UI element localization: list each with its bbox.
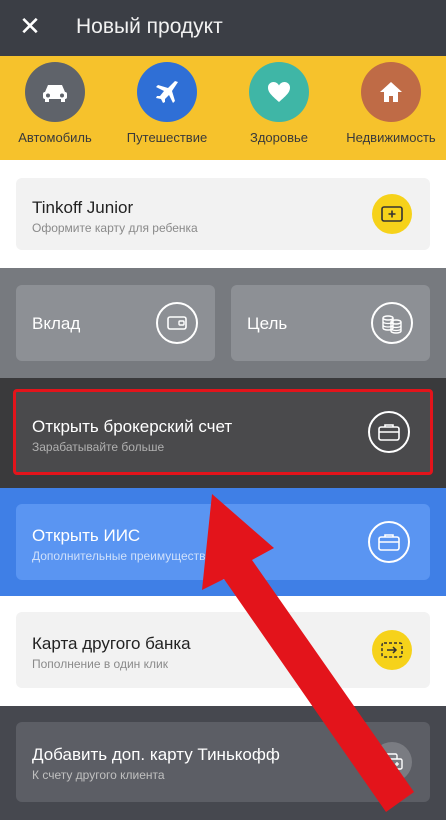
product-title: Открыть ИИС bbox=[32, 526, 141, 545]
product-card-broker[interactable]: Открыть брокерский счет Зарабатывайте бо… bbox=[13, 389, 433, 475]
section-broker: Открыть брокерский счет Зарабатывайте бо… bbox=[0, 378, 446, 488]
product-subtitle: Пополнение в один клик bbox=[32, 657, 168, 671]
section-junior: Tinkoff Junior Оформите карту для ребенк… bbox=[0, 160, 446, 268]
product-subtitle: К счету другого клиента bbox=[32, 768, 165, 782]
airplane-icon bbox=[137, 62, 197, 122]
product-title: Вклад bbox=[32, 314, 81, 333]
briefcase-icon bbox=[368, 411, 410, 453]
cards-icon bbox=[372, 742, 412, 782]
category-travel[interactable]: Путешествие bbox=[112, 62, 222, 145]
product-title: Цель bbox=[247, 314, 288, 333]
product-subtitle: Зарабатывайте больше bbox=[32, 440, 165, 454]
section-other-bank: Карта другого банка Пополнение в один кл… bbox=[0, 596, 446, 706]
car-icon bbox=[25, 62, 85, 122]
product-card-iis[interactable]: Открыть ИИС Дополнительные преимущества bbox=[16, 504, 430, 580]
coins-icon bbox=[371, 302, 413, 344]
app-header: ✕ Новый продукт bbox=[0, 0, 446, 56]
category-health[interactable]: Здоровье bbox=[224, 62, 334, 145]
close-icon[interactable]: ✕ bbox=[16, 12, 44, 40]
category-label: Здоровье bbox=[249, 130, 309, 145]
wallet-icon bbox=[156, 302, 198, 344]
product-card-deposit[interactable]: Вклад bbox=[16, 285, 215, 361]
product-card-other-bank[interactable]: Карта другого банка Пополнение в один кл… bbox=[16, 612, 430, 688]
product-title: Открыть брокерский счет bbox=[32, 417, 233, 436]
product-card-goal[interactable]: Цель bbox=[231, 285, 430, 361]
product-title: Tinkoff Junior bbox=[32, 198, 134, 217]
product-card-extra-card[interactable]: Добавить доп. карту Тинькофф К счету дру… bbox=[16, 722, 430, 802]
category-label: Автомобиль bbox=[18, 130, 92, 145]
category-label: Недвижимость bbox=[346, 130, 436, 145]
category-realty[interactable]: Недвижимость bbox=[336, 62, 446, 145]
product-subtitle: Оформите карту для ребенка bbox=[32, 221, 198, 235]
home-icon bbox=[361, 62, 421, 122]
section-iis: Открыть ИИС Дополнительные преимущества bbox=[0, 488, 446, 596]
product-card-junior[interactable]: Tinkoff Junior Оформите карту для ребенк… bbox=[16, 178, 430, 250]
category-strip: Автомобиль Путешествие Здоровье Недвижим… bbox=[0, 56, 446, 160]
section-savings: Вклад Цель bbox=[0, 268, 446, 378]
page-title: Новый продукт bbox=[76, 15, 223, 38]
product-title: Карта другого банка bbox=[32, 634, 191, 653]
card-plus-icon bbox=[372, 194, 412, 234]
product-title: Добавить доп. карту Тинькофф bbox=[32, 745, 280, 764]
product-subtitle: Дополнительные преимущества bbox=[32, 549, 213, 563]
category-label: Путешествие bbox=[126, 130, 208, 145]
card-transfer-icon bbox=[372, 630, 412, 670]
category-car[interactable]: Автомобиль bbox=[0, 62, 110, 145]
section-extra-card: Добавить доп. карту Тинькофф К счету дру… bbox=[0, 706, 446, 820]
briefcase-icon bbox=[368, 521, 410, 563]
heart-icon bbox=[249, 62, 309, 122]
